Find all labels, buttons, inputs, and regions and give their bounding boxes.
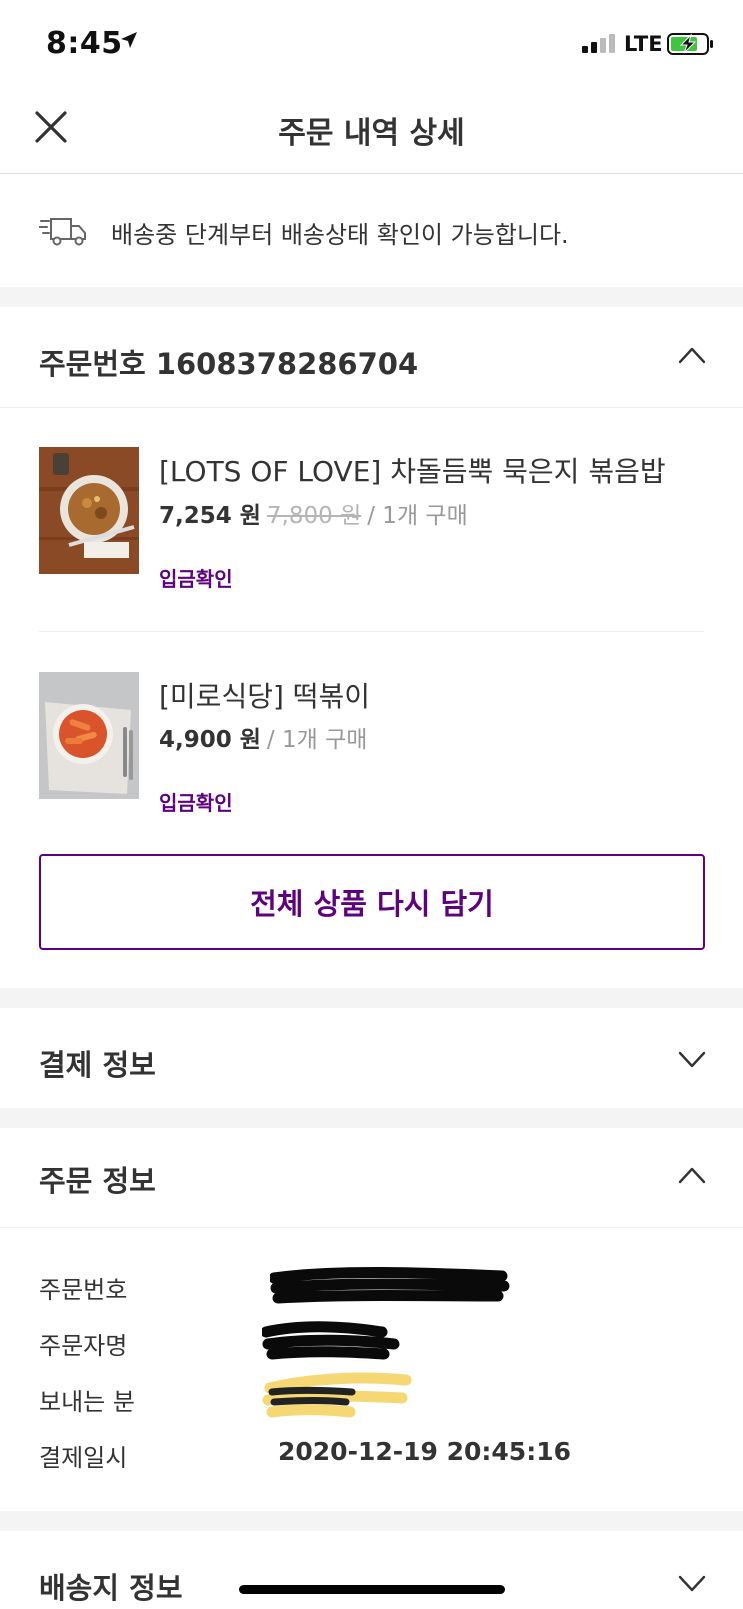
payment-info-title[interactable]: 결제 정보	[39, 1042, 156, 1084]
section-gap	[0, 1108, 743, 1128]
chevron-down-icon[interactable]	[678, 1051, 706, 1069]
truck-icon	[39, 218, 86, 246]
product-name[interactable]: [미로식당] 떡볶이	[159, 675, 370, 715]
order-info-title[interactable]: 주문 정보	[39, 1158, 156, 1200]
status-time: 8:45	[46, 26, 123, 61]
section-gap	[0, 287, 743, 307]
section-gap	[0, 1511, 743, 1531]
chevron-up-icon[interactable]	[678, 346, 706, 364]
redaction-scribble	[262, 1372, 412, 1418]
product-thumbnail[interactable]	[39, 672, 139, 799]
section-divider	[0, 407, 743, 408]
redaction-scribble	[270, 1267, 510, 1304]
location-arrow-icon	[121, 32, 137, 48]
section-gap	[0, 988, 743, 1008]
payment-datetime: 2020-12-19 20:45:16	[278, 1437, 571, 1466]
re-add-all-button[interactable]: 전체 상품 다시 담기	[39, 854, 705, 950]
info-label: 주문번호	[39, 1276, 128, 1304]
product-quantity: / 1개 구매	[266, 727, 368, 753]
product-status: 입금확인	[159, 791, 233, 815]
item-divider	[39, 631, 704, 632]
order-number-title: 주문번호 1608378286704	[39, 347, 419, 381]
home-indicator[interactable]	[239, 1585, 505, 1594]
chevron-up-icon[interactable]	[678, 1166, 706, 1184]
signal-icon	[582, 34, 615, 53]
redaction-scribble	[262, 1321, 400, 1360]
info-label: 주문자명	[39, 1332, 128, 1360]
product-quantity: / 1개 구매	[367, 503, 468, 529]
product-original-price: 7,800 원	[266, 503, 362, 529]
product-price-row: 4,900 원/ 1개 구매	[159, 720, 367, 754]
product-thumbnail[interactable]	[39, 447, 139, 574]
page-title: 주문 내역 상세	[278, 116, 465, 151]
section-divider	[0, 1227, 743, 1228]
shipping-info-title[interactable]: 배송지 정보	[39, 1565, 183, 1607]
product-price: 4,900 원	[159, 727, 261, 753]
battery-charging-icon	[667, 33, 713, 55]
info-label: 결제일시	[39, 1444, 128, 1472]
product-name[interactable]: [LOTS OF LOVE] 차돌듬뿍 묵은지 볶음밥	[159, 450, 666, 490]
header-divider	[0, 173, 743, 174]
product-status: 입금확인	[159, 567, 233, 591]
product-price: 7,254 원	[159, 503, 261, 529]
network-label: LTE	[624, 32, 663, 56]
delivery-notice: 배송중 단계부터 배송상태 확인이 가능합니다.	[111, 221, 569, 249]
chevron-down-icon[interactable]	[678, 1575, 706, 1593]
info-label: 보내는 분	[39, 1388, 135, 1416]
product-price-row: 7,254 원 7,800 원/ 1개 구매	[159, 496, 468, 530]
